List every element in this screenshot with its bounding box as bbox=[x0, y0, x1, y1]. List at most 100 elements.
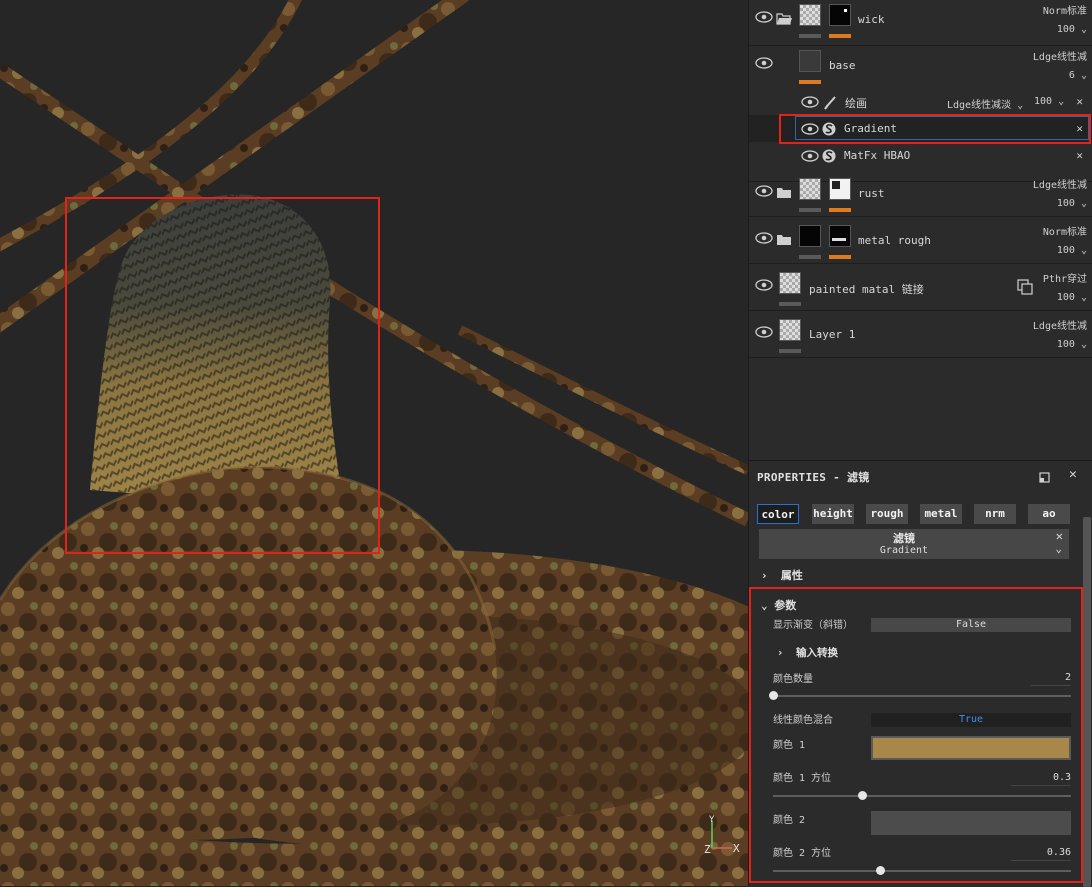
eye-icon[interactable] bbox=[801, 150, 819, 162]
blend-mode[interactable]: Ldge线性减 bbox=[1027, 176, 1087, 191]
blend-mode[interactable]: Ldge线性减淡 ⌄ bbox=[947, 96, 1023, 111]
chevron-right-icon: › bbox=[761, 569, 768, 582]
remove-icon[interactable]: ✕ bbox=[1076, 95, 1083, 108]
mask-color-bar bbox=[829, 255, 851, 259]
mask-color-bar bbox=[829, 208, 851, 212]
chevron-down-icon[interactable]: ⌄ bbox=[1055, 542, 1062, 555]
axis-y-label: Y bbox=[709, 815, 715, 825]
eye-icon[interactable] bbox=[755, 11, 773, 23]
filter-s-icon bbox=[822, 148, 836, 167]
show-gradient-toggle[interactable]: False bbox=[871, 618, 1071, 632]
channel-nrm[interactable]: nrm bbox=[974, 504, 1016, 524]
right-panel: wick Norm标准 100 ⌄ base Ldge线性减 6 ⌄ 绘画 Ld… bbox=[748, 0, 1092, 887]
color1-label: 颜色 1 bbox=[773, 740, 806, 751]
sublayer-gradient[interactable]: Gradient ✕ bbox=[749, 115, 1092, 142]
section-attributes[interactable]: › 属性 bbox=[761, 567, 803, 583]
close-icon[interactable]: ✕ bbox=[1069, 467, 1077, 482]
slider-knob[interactable] bbox=[876, 866, 886, 875]
eye-icon[interactable] bbox=[755, 326, 773, 338]
properties-panel: PROPERTIES - 滤镜 ✕ color height rough met… bbox=[749, 460, 1092, 887]
color2-position-slider[interactable] bbox=[773, 866, 1071, 875]
opacity-value: 100 bbox=[1056, 24, 1075, 35]
opacity-dropdown[interactable]: 6 ⌄ bbox=[1069, 70, 1087, 81]
sublayer-hbao[interactable]: MatFx HBAO ✕ bbox=[749, 142, 1092, 169]
sublayer-paint[interactable]: 绘画 Ldge线性减淡 ⌄ 100 ⌄ ✕ bbox=[749, 88, 1092, 115]
section-input-transform[interactable]: › 输入转换 bbox=[777, 645, 838, 660]
popout-icon[interactable] bbox=[1039, 469, 1051, 488]
remove-icon[interactable]: ✕ bbox=[1076, 122, 1083, 135]
layer-wick[interactable]: wick Norm标准 100 ⌄ bbox=[749, 0, 1092, 46]
color1-swatch[interactable] bbox=[871, 736, 1071, 760]
section-params[interactable]: ⌄ 参数 bbox=[761, 597, 796, 613]
selection-outline bbox=[795, 116, 1089, 140]
channel-ao[interactable]: ao bbox=[1028, 504, 1070, 524]
blend-mode[interactable]: Norm标准 bbox=[1027, 2, 1087, 17]
color1-position-slider[interactable] bbox=[773, 791, 1071, 800]
layer-metal-rough[interactable]: metal rough Norm标准 100 ⌄ bbox=[749, 218, 1092, 264]
show-gradient-label: 显示渐变（斜错） bbox=[773, 620, 853, 631]
blend-mode[interactable]: Pthr穿过 bbox=[1027, 270, 1087, 285]
blend-mode[interactable]: Ldge线性减 bbox=[1027, 48, 1087, 63]
color2-position-label: 颜色 2 方位 bbox=[773, 848, 832, 859]
layer-mask-thumbnail bbox=[829, 4, 851, 26]
folder-icon bbox=[776, 231, 792, 250]
layer-thumbnail bbox=[799, 4, 821, 26]
layer-layer1[interactable]: Layer 1 Ldge线性减 100 ⌄ bbox=[749, 312, 1092, 358]
layer-thumbnail bbox=[779, 319, 801, 341]
eye-icon[interactable] bbox=[755, 57, 773, 69]
layer-rust[interactable]: rust Ldge线性减 100 ⌄ bbox=[749, 171, 1092, 217]
axis-z-label: Z bbox=[704, 843, 711, 855]
eye-icon[interactable] bbox=[755, 232, 773, 244]
folder-icon bbox=[776, 184, 792, 203]
scrollbar[interactable] bbox=[1083, 517, 1091, 887]
slider-knob[interactable] bbox=[858, 791, 868, 800]
layer-color-bar bbox=[799, 255, 821, 259]
filter-selector[interactable]: 滤镜 Gradient ✕ ⌄ bbox=[759, 529, 1069, 559]
layer-name: metal rough bbox=[858, 234, 931, 247]
remove-filter-icon[interactable]: ✕ bbox=[1056, 529, 1063, 543]
color-count-field[interactable]: 2 bbox=[1031, 671, 1071, 686]
opacity-value: 100 bbox=[1056, 198, 1075, 209]
layer-base[interactable]: base Ldge线性减 6 ⌄ 绘画 Ldge线性减淡 ⌄ 100 ⌄ ✕ G… bbox=[749, 46, 1092, 182]
eye-icon[interactable] bbox=[801, 123, 819, 135]
blend-mode[interactable]: Norm标准 bbox=[1027, 223, 1087, 238]
layer-name: wick bbox=[858, 13, 885, 26]
filter-s-icon bbox=[822, 121, 836, 140]
channel-color[interactable]: color bbox=[757, 504, 799, 524]
channel-metal[interactable]: metal bbox=[920, 504, 962, 524]
opacity-dropdown[interactable]: 100 ⌄ bbox=[1034, 96, 1064, 107]
color2-swatch[interactable] bbox=[871, 811, 1071, 835]
axis-x-label: X bbox=[733, 842, 740, 855]
layer-thumbnail bbox=[799, 50, 821, 72]
filter-label: 滤镜 bbox=[893, 532, 915, 545]
color2-label: 颜色 2 bbox=[773, 815, 806, 826]
folder-open-icon bbox=[776, 10, 792, 29]
layer-painted-matal[interactable]: painted matal 链接 Pthr穿过 100 ⌄ bbox=[749, 265, 1092, 311]
viewport-3d[interactable]: Y Z X bbox=[0, 0, 748, 886]
layer-name: painted matal 链接 bbox=[809, 283, 924, 296]
color2-position-field[interactable]: 0.36 bbox=[1011, 846, 1071, 861]
scene-render bbox=[0, 0, 748, 886]
opacity-dropdown[interactable]: 100 ⌄ bbox=[1057, 245, 1087, 256]
sublayer-name: MatFx HBAO bbox=[844, 149, 911, 162]
opacity-value: 100 bbox=[1056, 339, 1075, 350]
linear-blend-toggle[interactable]: True bbox=[871, 713, 1071, 727]
opacity-dropdown[interactable]: 100 ⌄ bbox=[1057, 198, 1087, 209]
opacity-dropdown[interactable]: 100 ⌄ bbox=[1057, 292, 1087, 303]
opacity-dropdown[interactable]: 100 ⌄ bbox=[1057, 24, 1087, 35]
channel-rough[interactable]: rough bbox=[866, 504, 908, 524]
eye-icon[interactable] bbox=[755, 279, 773, 291]
opacity-dropdown[interactable]: 100 ⌄ bbox=[1057, 339, 1087, 350]
layer-name: Layer 1 bbox=[809, 328, 856, 341]
opacity-value: 100 bbox=[1056, 292, 1075, 303]
sublayer-name: 绘画 bbox=[845, 97, 867, 110]
channel-height[interactable]: height bbox=[812, 504, 854, 524]
eye-icon[interactable] bbox=[755, 185, 773, 197]
color-count-slider[interactable] bbox=[769, 691, 1071, 700]
slider-knob[interactable] bbox=[769, 691, 778, 700]
opacity-value: 100 bbox=[1056, 245, 1075, 256]
color1-position-field[interactable]: 0.3 bbox=[1011, 771, 1071, 786]
eye-icon[interactable] bbox=[801, 96, 819, 108]
remove-icon[interactable]: ✕ bbox=[1076, 149, 1083, 162]
blend-mode[interactable]: Ldge线性减 bbox=[1027, 317, 1087, 332]
